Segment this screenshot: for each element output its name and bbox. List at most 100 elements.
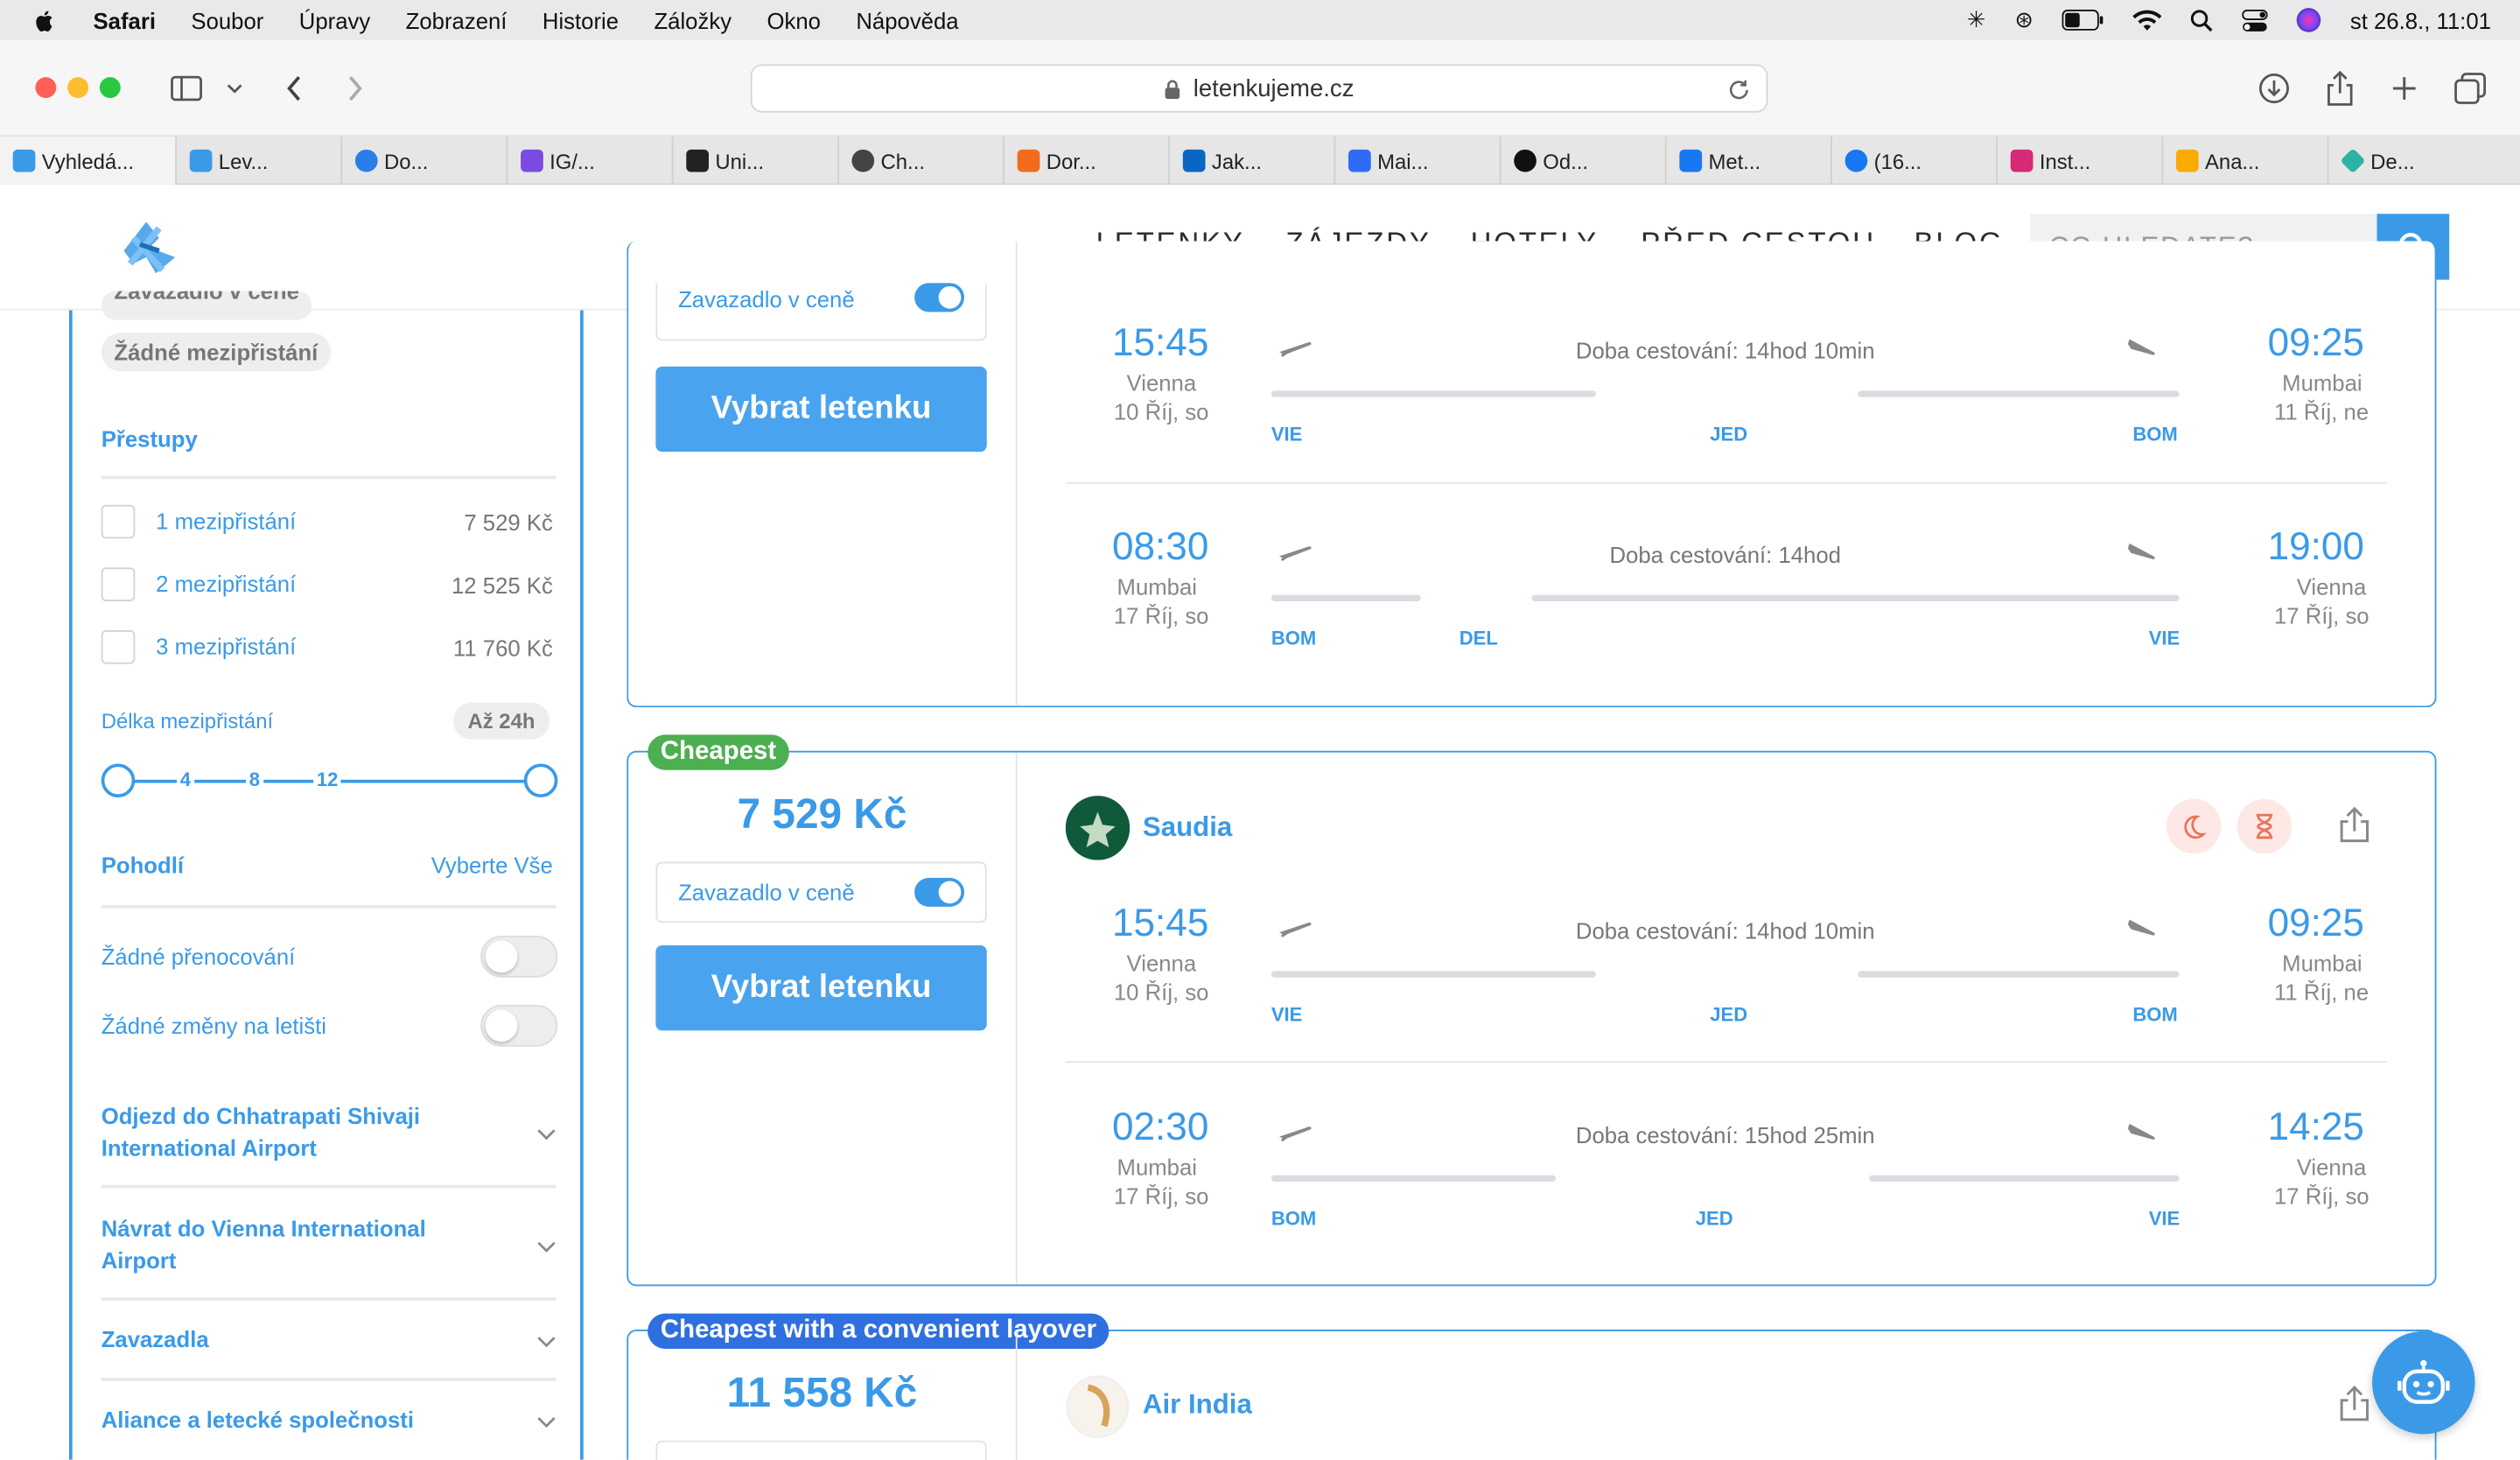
layover-heading: Délka mezipřistání [101, 709, 274, 734]
share-icon[interactable] [2320, 69, 2359, 108]
dep-city: Vienna [1126, 369, 1197, 396]
tab-12[interactable]: Inst... [1998, 137, 2164, 186]
share-icon[interactable] [2337, 1384, 2372, 1422]
dep-city: Mumbai [1116, 1154, 1197, 1181]
tab-8[interactable]: Mai... [1335, 137, 1502, 186]
battery-icon[interactable] [2062, 10, 2104, 31]
wifi-icon[interactable] [2132, 9, 2162, 32]
chatbot-button[interactable] [2372, 1330, 2475, 1435]
accordion-baggage[interactable]: Zavazadla [102, 1323, 556, 1358]
tab-3[interactable]: IG/... [508, 137, 674, 186]
arr-time: 09:25 [2267, 902, 2364, 946]
tab-favicon-icon [1348, 149, 1371, 172]
airline-name: Air India [1142, 1388, 1252, 1420]
tab-2[interactable]: Do... [342, 137, 508, 186]
tab-5[interactable]: Ch... [839, 137, 1004, 186]
siri-icon[interactable] [2297, 8, 2321, 32]
transfer-1-label[interactable]: 1 mezipřistání [156, 508, 296, 533]
transfer-1-checkbox[interactable] [101, 504, 136, 539]
transfer-3-checkbox[interactable] [101, 630, 136, 664]
tab-4[interactable]: Uni... [674, 137, 839, 186]
sidebar-toggle-icon[interactable] [167, 69, 206, 108]
spotlight-search-icon[interactable] [2191, 9, 2214, 32]
back-icon[interactable] [275, 69, 313, 108]
flight-segment-outbound: 15:45 Vienna 10 Říj, so Doba cestování: … [1066, 317, 2387, 509]
baggage-switch[interactable] [914, 877, 965, 907]
zoom-window-button[interactable] [99, 77, 121, 99]
menu-upravy[interactable]: Úpravy [299, 7, 370, 32]
accordion-departure-label: Odjezd do Chhatrapati Shivaji Internatio… [101, 1103, 421, 1162]
filter-tag-no-stops[interactable]: Žádné mezipřistání [101, 333, 332, 372]
tab-9[interactable]: Od... [1502, 137, 1667, 186]
tab-7[interactable]: Jak... [1170, 137, 1336, 186]
share-icon[interactable] [2337, 805, 2372, 844]
select-ticket-button[interactable]: Vybrat letenku [655, 366, 987, 453]
menu-zalozky[interactable]: Záložky [654, 7, 732, 32]
overnight-icon[interactable] [2166, 798, 2222, 854]
tab-0[interactable]: Vyhledá... [0, 137, 178, 186]
transfer-2-price: 12 525 Kč [452, 572, 553, 599]
baggage-switch[interactable] [914, 283, 965, 312]
accordion-return[interactable]: Návrat do Vienna International Airport [102, 1212, 556, 1280]
baggage-toggle[interactable] [655, 1440, 987, 1460]
address-bar[interactable]: letenkujeme.cz [750, 64, 1768, 113]
tab-label: De... [2370, 148, 2415, 173]
chevron-down-icon[interactable] [215, 69, 254, 108]
tab-favicon-icon [521, 149, 543, 172]
baggage-toggle[interactable]: Zavazadlo v ceně [655, 861, 987, 923]
tab-favicon-icon [1017, 149, 1040, 172]
no-overnight-toggle[interactable] [480, 935, 558, 978]
close-window-button[interactable] [35, 77, 57, 99]
menu-soubor[interactable]: Soubor [191, 7, 263, 32]
menu-okno[interactable]: Okno [766, 7, 820, 32]
select-all-link[interactable]: Vyberte Vše [431, 852, 553, 877]
control-center-icon[interactable] [2242, 9, 2269, 32]
apple-icon[interactable] [32, 7, 58, 32]
tab-1[interactable]: Lev... [177, 137, 343, 186]
openai-icon[interactable]: ⊛ [2014, 6, 2034, 33]
select-ticket-button[interactable]: Vybrat letenku [655, 945, 987, 1031]
tab-label: Inst... [2039, 148, 2091, 173]
layover-slider[interactable]: 4 8 12 [101, 763, 558, 798]
baggage-toggle[interactable]: Zavazadlo v ceně [655, 283, 987, 341]
slider-handle-min[interactable] [101, 763, 136, 798]
new-tab-icon[interactable] [2385, 69, 2424, 108]
dep-date: 10 Říj, so [1113, 398, 1209, 425]
tab-6[interactable]: Dor... [1004, 137, 1171, 186]
site-logo-icon[interactable] [117, 215, 181, 279]
menu-historie[interactable]: Historie [542, 7, 619, 32]
arr-time: 09:25 [2267, 321, 2364, 365]
menu-napoveda[interactable]: Nápověda [856, 7, 958, 32]
asterisk-icon[interactable]: ✳ [1967, 6, 1986, 33]
menubar-clock[interactable]: st 26.8., 11:01 [2350, 7, 2491, 32]
forward-icon[interactable] [336, 69, 374, 108]
accordion-airlines[interactable]: Aliance a letecké společnosti [102, 1403, 556, 1438]
menu-app-safari[interactable]: Safari [94, 7, 156, 32]
tab-overview-icon[interactable] [2451, 69, 2489, 108]
minimize-window-button[interactable] [67, 77, 89, 99]
tab-14[interactable]: De... [2328, 137, 2494, 185]
tab-11[interactable]: (16... [1832, 137, 1998, 186]
transfer-2-label[interactable]: 2 mezipřistání [156, 571, 296, 596]
accordion-departure[interactable]: Odjezd do Chhatrapati Shivaji Internatio… [102, 1099, 556, 1167]
card-divider [1015, 1330, 1018, 1460]
reload-icon[interactable] [1727, 79, 1750, 102]
air-india-logo-icon [1066, 1375, 1130, 1438]
tab-favicon-icon [1514, 149, 1536, 172]
transfer-2-checkbox[interactable] [101, 567, 136, 601]
tab-10[interactable]: Met... [1667, 137, 1832, 186]
flight-card-convenient: Cheapest with a convenient layover 11 55… [626, 1313, 2437, 1460]
downloads-icon[interactable] [2255, 69, 2293, 108]
accordion-airlines-label: Aliance a letecké společnosti [101, 1407, 415, 1433]
filter-sidebar: Zavazadlo v ceně Žádné mezipřistání Přes… [68, 291, 584, 1460]
tab-label: Met... [1708, 148, 1761, 173]
slider-handle-max[interactable] [523, 763, 558, 798]
tab-13[interactable]: Ana... [2163, 137, 2329, 186]
filter-tag-cut[interactable]: Zavazadlo v ceně [101, 291, 312, 320]
menu-zobrazeni[interactable]: Zobrazení [406, 7, 508, 32]
tab-label: Do... [383, 148, 429, 173]
transfer-3-label[interactable]: 3 mezipřistání [156, 634, 296, 659]
long-layover-icon[interactable] [2236, 798, 2292, 854]
no-airport-change-toggle[interactable] [480, 1004, 558, 1047]
tab-favicon-icon [354, 149, 378, 172]
